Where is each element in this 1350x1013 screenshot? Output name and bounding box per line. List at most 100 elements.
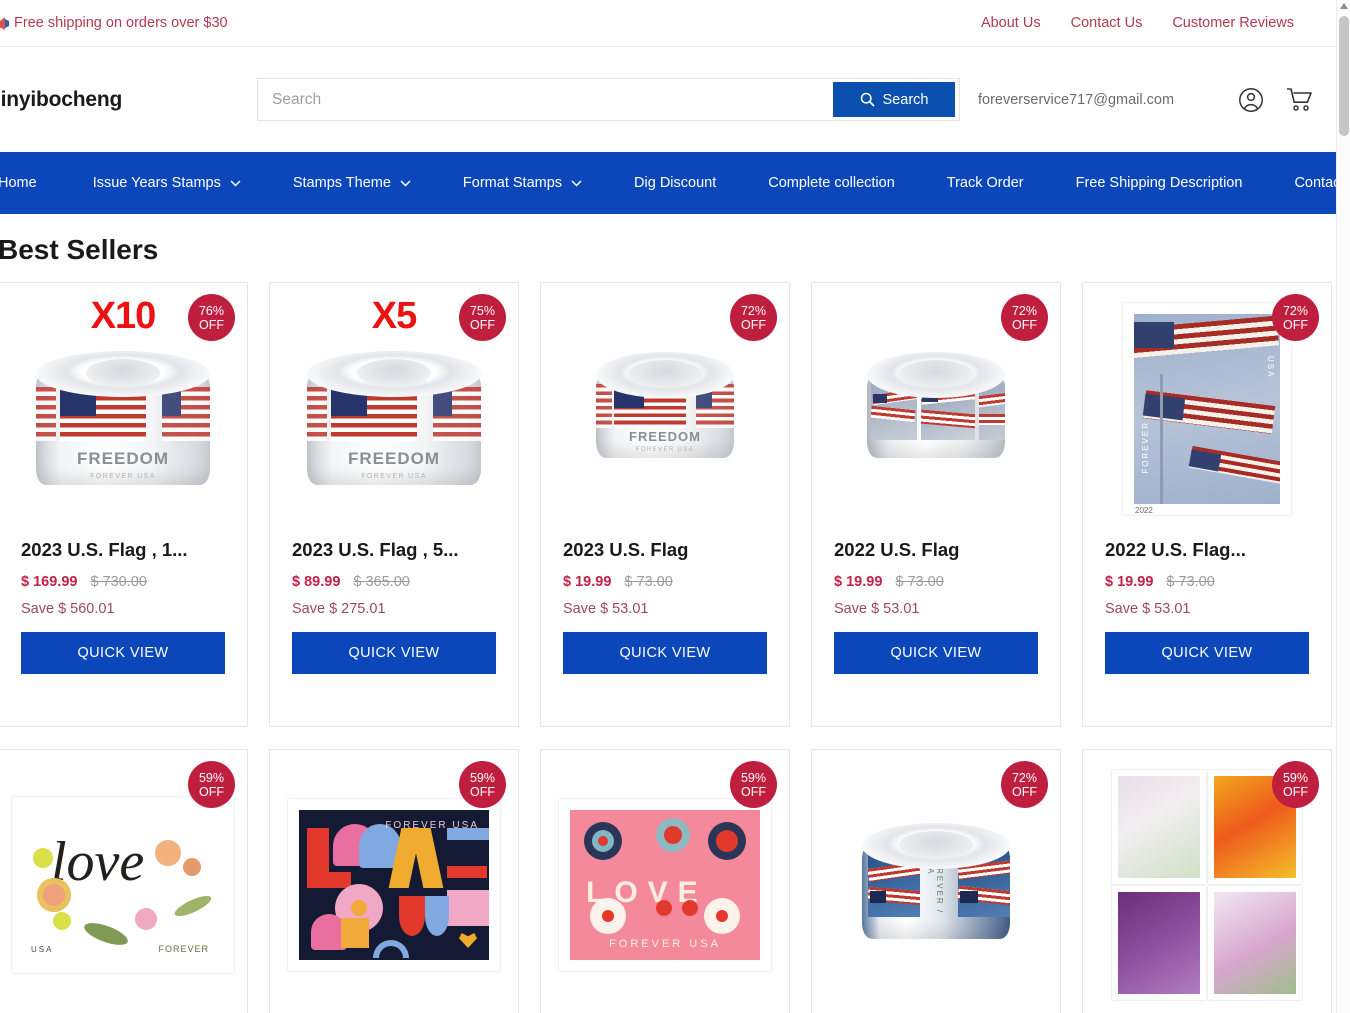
quick-view-button[interactable]: QUICK VIEW xyxy=(834,632,1038,674)
product-old-price: $ 73.00 xyxy=(624,574,673,590)
discount-badge: 76% OFF xyxy=(188,294,235,341)
quick-view-button[interactable]: QUICK VIEW xyxy=(563,632,767,674)
top-link-contact-us[interactable]: Contact Us xyxy=(1071,15,1143,31)
stamp-year: 2022 xyxy=(1135,506,1153,515)
product-price: $ 19.99 xyxy=(563,574,612,590)
discount-off-label: OFF xyxy=(1283,317,1308,332)
postage-stamp-art: LOVE FOREVER USA xyxy=(559,799,771,971)
nav-item-format-stamps[interactable]: Format Stamps xyxy=(437,175,608,191)
stamp-roll-art xyxy=(861,348,1011,470)
forever-usa-text: FOREVER USA xyxy=(90,473,156,480)
discount-off-label: OFF xyxy=(470,317,495,332)
stamp-sheet-art xyxy=(1112,770,1302,1000)
postage-stamp-art: FOREVER USA 2022 xyxy=(1123,303,1291,515)
product-card[interactable]: 59% OFF xyxy=(269,749,519,1013)
nav-item-complete-collection[interactable]: Complete collection xyxy=(742,175,921,191)
discount-off-label: OFF xyxy=(1012,784,1037,799)
product-card[interactable]: 72% OFF xyxy=(811,282,1061,727)
product-grid-row-2: 59% OFF love USA FOREVER 59% OFF FOREVER… xyxy=(0,749,1336,1013)
freedom-text: FREEDOM xyxy=(348,449,440,468)
product-card[interactable]: 72% OFF xyxy=(540,282,790,727)
cart-icon[interactable] xyxy=(1286,87,1314,113)
product-image: X5 75% OFF FREEDOM FOREVER USA xyxy=(270,283,518,535)
product-price: $ 89.99 xyxy=(292,574,341,590)
product-old-price: $ 730.00 xyxy=(90,574,147,590)
product-image: X10 76% OFF FREEDOM FOREVER USA xyxy=(0,283,247,535)
product-image: 59% OFF LOVE FOREVER USA xyxy=(541,750,789,1013)
product-card[interactable]: X10 76% OFF FREEDOM FOREVER USA 2023 U.S… xyxy=(0,282,248,727)
product-price: $ 169.99 xyxy=(21,574,78,590)
search-input[interactable] xyxy=(258,79,833,120)
stamp-roll-art: FREEDOM FOREVER USA xyxy=(590,348,740,470)
nav-item-dig-discount[interactable]: Dig Discount xyxy=(608,175,742,191)
scroll-up-arrow-icon[interactable] xyxy=(1340,3,1348,9)
stamp-roll-art: FREEDOM FOREVER USA xyxy=(30,347,216,497)
chevron-down-icon xyxy=(400,179,411,187)
usa-text: USA xyxy=(1266,356,1275,379)
discount-badge: 59% OFF xyxy=(730,761,777,808)
chevron-down-icon xyxy=(230,179,241,187)
discount-badge: 59% OFF xyxy=(1272,761,1319,808)
stamp-roll-art: FREEDOM FOREVER USA xyxy=(301,347,487,497)
forever-text: FOREVER xyxy=(1141,421,1150,474)
page-scrollbar[interactable] xyxy=(1336,0,1350,1013)
nav-item-home[interactable]: Home xyxy=(0,175,67,191)
forever-usa-text: FOREVER USA xyxy=(361,473,427,480)
top-link-about-us[interactable]: About Us xyxy=(981,15,1041,31)
discount-badge: 59% OFF xyxy=(188,761,235,808)
forever-text: FOREVER xyxy=(158,944,209,954)
main-navigation: Home Issue Years Stamps Stamps Theme For… xyxy=(0,152,1350,214)
nav-label: Free Shipping Description xyxy=(1075,175,1243,191)
postage-stamp-art: love USA FOREVER xyxy=(12,797,234,973)
discount-percent: 72% xyxy=(1011,770,1038,785)
discount-percent: 59% xyxy=(198,770,225,785)
product-card[interactable]: 72% OFF FOREVER USA 2022 2022 U.S. Flag.… xyxy=(1082,282,1332,727)
discount-off-label: OFF xyxy=(1283,784,1308,799)
account-icon[interactable] xyxy=(1238,87,1264,113)
product-savings: Save $ 53.01 xyxy=(834,601,920,617)
contact-email: foreverservice717@gmail.com xyxy=(978,91,1175,108)
nav-item-stamps-theme[interactable]: Stamps Theme xyxy=(267,175,437,191)
discount-percent: 72% xyxy=(1011,303,1038,318)
top-link-customer-reviews[interactable]: Customer Reviews xyxy=(1172,15,1294,31)
product-title: 2022 U.S. Flag xyxy=(834,539,960,560)
product-card[interactable]: 59% OFF LOVE FOREVER USA xyxy=(540,749,790,1013)
product-card[interactable]: 72% OFF xyxy=(811,749,1061,1013)
site-logo[interactable]: jinyibocheng xyxy=(0,88,257,112)
scrollbar-thumb[interactable] xyxy=(1339,16,1349,136)
quick-view-button[interactable]: QUICK VIEW xyxy=(1105,632,1309,674)
quick-view-button[interactable]: QUICK VIEW xyxy=(292,632,496,674)
product-image: 72% OFF xyxy=(812,283,1060,535)
search-button[interactable]: Search xyxy=(833,82,955,117)
header-icons xyxy=(1238,87,1314,113)
product-image: 59% OFF xyxy=(270,750,518,1013)
nav-item-issue-years-stamps[interactable]: Issue Years Stamps xyxy=(67,175,267,191)
product-card[interactable]: X5 75% OFF FREEDOM FOREVER USA 2023 U.S.… xyxy=(269,282,519,727)
product-card[interactable]: 59% OFF love USA FOREVER xyxy=(0,749,248,1013)
discount-off-label: OFF xyxy=(470,784,495,799)
product-card[interactable]: 59% OFF xyxy=(1082,749,1332,1013)
forever-usa-text: FOREVER USA xyxy=(385,820,479,831)
discount-percent: 72% xyxy=(740,303,767,318)
quick-view-button[interactable]: QUICK VIEW xyxy=(21,632,225,674)
search-button-label: Search xyxy=(882,91,929,108)
product-savings: Save $ 275.01 xyxy=(292,601,386,617)
discount-off-label: OFF xyxy=(741,317,766,332)
nav-label: Stamps Theme xyxy=(292,175,391,191)
freedom-text: FREEDOM xyxy=(629,429,701,444)
nav-item-free-shipping-description[interactable]: Free Shipping Description xyxy=(1050,175,1269,191)
discount-percent: 59% xyxy=(740,770,767,785)
product-image: 59% OFF xyxy=(1083,750,1331,1013)
product-savings: Save $ 560.01 xyxy=(21,601,115,617)
discount-badge: 72% OFF xyxy=(1001,294,1048,341)
discount-off-label: OFF xyxy=(1012,317,1037,332)
nav-item-track-order[interactable]: Track Order xyxy=(921,175,1050,191)
discount-percent: 59% xyxy=(469,770,496,785)
discount-off-label: OFF xyxy=(199,317,224,332)
nav-label: Issue Years Stamps xyxy=(92,175,221,191)
search-icon xyxy=(860,92,875,107)
nav-label: Dig Discount xyxy=(634,175,717,191)
discount-badge: 59% OFF xyxy=(459,761,506,808)
free-shipping-note: Free shipping on orders over $30 xyxy=(0,15,228,31)
discount-badge: 72% OFF xyxy=(730,294,777,341)
